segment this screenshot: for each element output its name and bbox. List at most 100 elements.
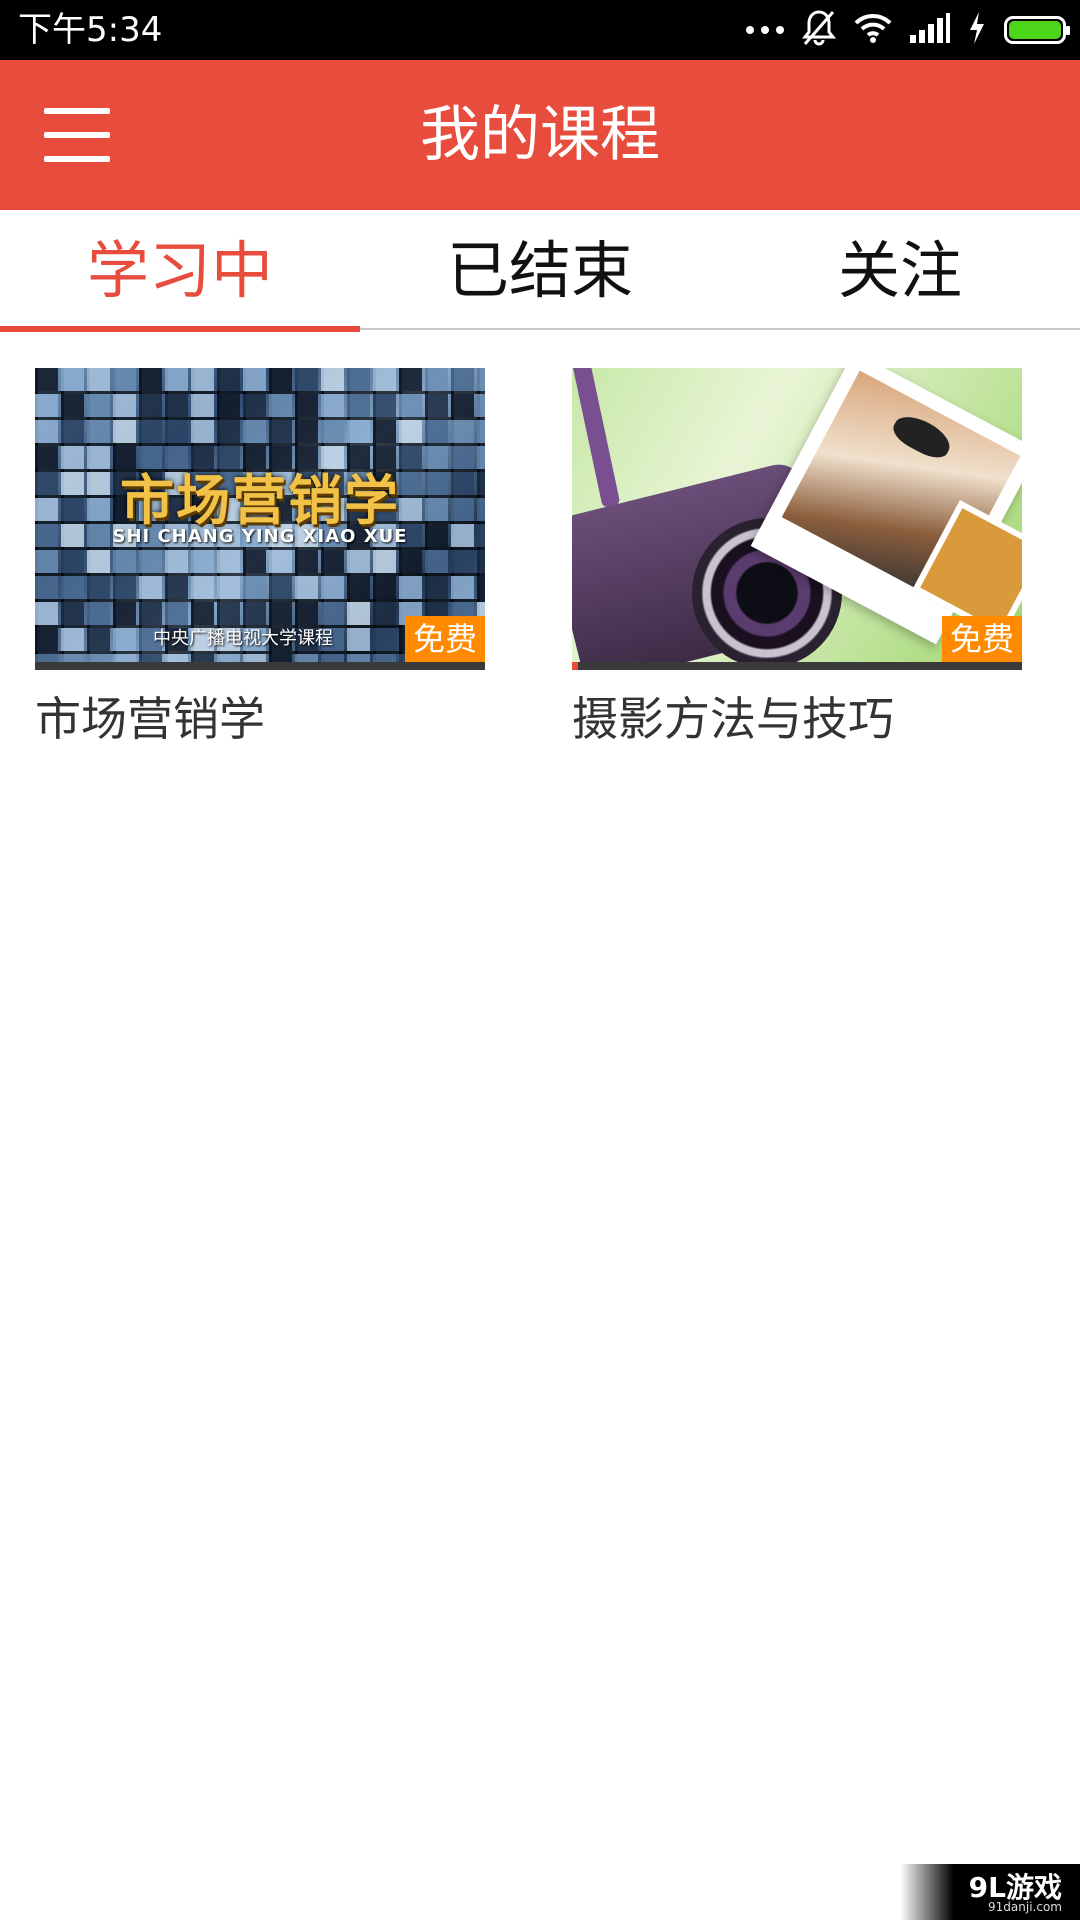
status-icons xyxy=(746,0,1070,60)
mosaic-tile xyxy=(477,576,485,599)
mosaic-tile xyxy=(269,576,292,599)
mosaic-tile xyxy=(269,602,292,625)
thumbnail-subtitle: SHI CHANG YING XIAO XUE xyxy=(112,526,408,547)
mosaic-tile xyxy=(139,602,162,625)
mosaic-tile xyxy=(87,576,110,599)
mosaic-tile xyxy=(61,420,84,443)
mosaic-tile xyxy=(217,420,240,443)
mosaic-tile xyxy=(139,550,162,573)
thumbnail-progress-fill xyxy=(572,662,578,670)
mosaic-tile xyxy=(113,628,136,651)
mosaic-tile xyxy=(347,368,370,391)
mosaic-tile xyxy=(321,576,344,599)
charging-icon xyxy=(968,12,986,48)
mosaic-tile xyxy=(35,628,58,651)
mosaic-tile xyxy=(451,394,474,417)
mosaic-tile xyxy=(87,628,110,651)
mosaic-tile xyxy=(243,602,266,625)
mosaic-tile xyxy=(113,602,136,625)
mosaic-tile xyxy=(425,550,448,573)
mosaic-tile xyxy=(373,368,396,391)
mosaic-tile xyxy=(347,394,370,417)
thumbnail-headline: 市场营销学 xyxy=(120,469,400,532)
mosaic-tile xyxy=(217,550,240,573)
course-card[interactable]: 市场营销学 SHI CHANG YING XIAO XUE 中央广播电视大学课程… xyxy=(35,368,485,754)
mosaic-tile xyxy=(191,394,214,417)
mosaic-tile xyxy=(451,420,474,443)
mosaic-tile xyxy=(295,602,318,625)
mosaic-tile xyxy=(373,420,396,443)
tab-following[interactable]: 关注 xyxy=(720,210,1080,330)
mosaic-tile xyxy=(451,368,474,391)
thumbnail-progress-track xyxy=(35,662,485,670)
status-time: 下午5:34 xyxy=(18,10,163,50)
course-card[interactable]: 免费 摄影方法与技巧 xyxy=(572,368,1022,754)
course-thumbnail[interactable]: 市场营销学 SHI CHANG YING XIAO XUE 中央广播电视大学课程… xyxy=(35,368,485,670)
mosaic-tile xyxy=(165,576,188,599)
tab-studying[interactable]: 学习中 xyxy=(0,210,360,332)
mosaic-tile xyxy=(191,420,214,443)
mosaic-tile xyxy=(321,420,344,443)
tab-label: 已结束 xyxy=(446,234,633,307)
mosaic-tile xyxy=(61,628,84,651)
mosaic-tile xyxy=(243,550,266,573)
mosaic-tile xyxy=(87,394,110,417)
mosaic-tile xyxy=(61,394,84,417)
mosaic-tile xyxy=(191,576,214,599)
mosaic-tile xyxy=(373,394,396,417)
mosaic-tile xyxy=(451,576,474,599)
mosaic-tile xyxy=(321,602,344,625)
free-badge: 免费 xyxy=(404,616,485,662)
mosaic-tile xyxy=(451,550,474,573)
tab-active-indicator xyxy=(0,326,360,332)
mosaic-tile xyxy=(295,550,318,573)
status-bar: 下午5:34 xyxy=(0,0,1080,60)
mosaic-tile xyxy=(35,368,58,391)
mosaic-tile xyxy=(373,602,396,625)
mosaic-tile xyxy=(87,368,110,391)
mosaic-tile xyxy=(165,394,188,417)
app-bar: 我的课程 xyxy=(0,60,1080,210)
hamburger-menu-icon[interactable] xyxy=(44,108,110,162)
mosaic-tile xyxy=(295,420,318,443)
tab-finished[interactable]: 已结束 xyxy=(360,210,720,330)
mosaic-tile xyxy=(321,550,344,573)
mosaic-tile xyxy=(61,576,84,599)
mosaic-tile xyxy=(373,628,396,651)
mosaic-tile xyxy=(347,602,370,625)
mosaic-tile xyxy=(35,420,58,443)
mosaic-tile xyxy=(399,394,422,417)
mosaic-tile xyxy=(243,576,266,599)
mosaic-tile xyxy=(399,576,422,599)
mosaic-tile xyxy=(425,368,448,391)
wifi-icon xyxy=(854,13,892,47)
mosaic-tile xyxy=(243,420,266,443)
bell-muted-icon xyxy=(801,9,837,51)
mosaic-tile xyxy=(35,576,58,599)
mosaic-tile xyxy=(113,394,136,417)
mosaic-tile xyxy=(139,394,162,417)
mosaic-tile xyxy=(217,576,240,599)
mosaic-tile xyxy=(269,368,292,391)
mosaic-tile xyxy=(295,576,318,599)
mosaic-tile xyxy=(139,420,162,443)
mosaic-tile xyxy=(35,550,58,573)
mosaic-tile xyxy=(399,368,422,391)
mosaic-tile xyxy=(399,420,422,443)
course-thumbnail[interactable]: 免费 xyxy=(572,368,1022,670)
mosaic-tile xyxy=(347,550,370,573)
tab-bar: 学习中 已结束 关注 xyxy=(0,210,1080,332)
mosaic-tile xyxy=(87,420,110,443)
mosaic-tile xyxy=(139,576,162,599)
thumbnail-org: 中央广播电视大学课程 xyxy=(153,628,333,649)
mosaic-tile xyxy=(373,550,396,573)
mosaic-tile xyxy=(113,576,136,599)
free-badge: 免费 xyxy=(941,616,1022,662)
mosaic-tile xyxy=(269,420,292,443)
mosaic-tile xyxy=(217,368,240,391)
mosaic-tile xyxy=(61,550,84,573)
mosaic-tile xyxy=(425,420,448,443)
course-title[interactable]: 市场营销学 xyxy=(35,684,485,754)
course-title[interactable]: 摄影方法与技巧 xyxy=(572,684,1022,754)
mosaic-tile xyxy=(217,394,240,417)
